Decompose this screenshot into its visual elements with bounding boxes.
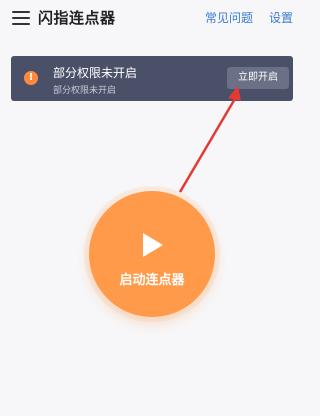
notice-title: 部分权限未开启: [53, 66, 138, 80]
enable-now-button[interactable]: 立即开启: [227, 67, 289, 89]
settings-link[interactable]: 设置: [269, 9, 293, 26]
permission-notice-banner: ! 部分权限未开启 部分权限未开启 立即开启: [11, 56, 293, 101]
warning-icon: !: [24, 71, 38, 85]
notice-subtitle: 部分权限未开启: [53, 86, 117, 96]
start-clicker-label: 启动连点器: [119, 273, 185, 288]
menu-icon[interactable]: [12, 9, 30, 25]
top-bar: 闪指连点器 常见问题 设置: [0, 0, 304, 36]
faq-link[interactable]: 常见问题: [205, 9, 253, 26]
app-title: 闪指连点器: [38, 9, 116, 27]
start-clicker-button[interactable]: 启动连点器: [89, 191, 215, 317]
play-icon: [143, 233, 163, 257]
